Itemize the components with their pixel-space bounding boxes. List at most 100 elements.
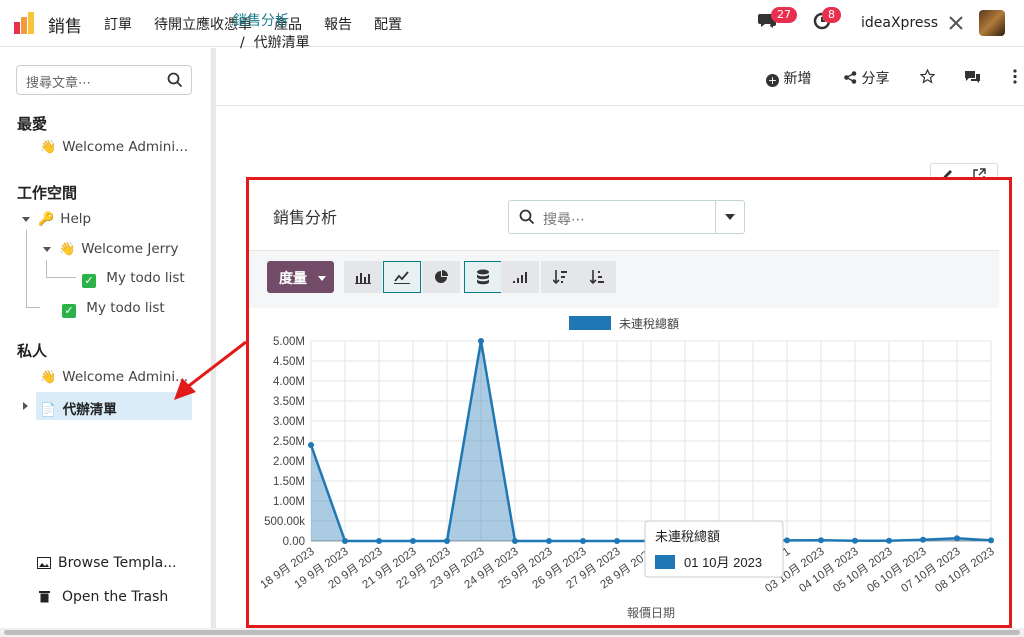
menu-orders[interactable]: 訂單 xyxy=(104,14,132,34)
new-button-label: 新增 xyxy=(783,71,812,87)
article-search-input[interactable]: 搜尋文章⋯ xyxy=(16,65,192,95)
activities-badge: 8 xyxy=(822,7,841,23)
y-tick-label: 4.50M xyxy=(273,356,305,368)
data-point xyxy=(852,537,858,544)
app-name[interactable]: 銷售 xyxy=(48,12,82,37)
legend-label: 未連稅總額 xyxy=(619,316,679,331)
tooltip-value: 01 10月 2023 xyxy=(684,555,762,570)
breadcrumb-current-label: 代辦清單 xyxy=(253,35,310,51)
star-icon[interactable] xyxy=(920,69,935,84)
messages-button[interactable]: 27 xyxy=(757,7,797,34)
measures-dropdown[interactable]: 度量 xyxy=(267,261,334,293)
app-logo-icon[interactable] xyxy=(14,12,38,34)
wave-icon: 👋 xyxy=(40,370,57,385)
share-button[interactable]: 分享 xyxy=(844,68,889,88)
x-tick-label: 08 10月 2023 xyxy=(933,546,996,595)
data-point xyxy=(784,537,790,544)
wave-icon: 👋 xyxy=(59,242,76,257)
checkbox-icon: ✓ xyxy=(62,304,76,318)
document-icon: 📄 xyxy=(40,403,57,418)
menu-reporting[interactable]: 報告 xyxy=(324,14,352,34)
chevron-down-icon[interactable] xyxy=(43,246,51,252)
bar-chart-icon xyxy=(355,273,371,284)
workspace-item-help[interactable]: 🔑 Help xyxy=(22,211,91,227)
cumulative-button[interactable] xyxy=(501,261,539,293)
more-vertical-icon[interactable] xyxy=(1013,69,1017,84)
trash-icon xyxy=(39,591,50,603)
search-icon[interactable] xyxy=(167,72,183,88)
scrollbar-thumb[interactable] xyxy=(4,630,1020,635)
browse-templates-link[interactable]: Browse Templa... xyxy=(58,555,177,571)
private-item-todo[interactable]: 📄 代辦清單 xyxy=(40,398,117,418)
workspace-item-welcome-jerry[interactable]: 👋 Welcome Jerry xyxy=(43,241,178,257)
tree-connector xyxy=(46,260,76,278)
data-point xyxy=(376,538,382,544)
measures-label: 度量 xyxy=(279,271,307,287)
y-tick-label: 1.50M xyxy=(273,476,305,488)
workspace-item-label: My todo list xyxy=(106,270,185,286)
pie-chart-button[interactable] xyxy=(422,261,460,293)
favorite-item-welcome-admin[interactable]: 👋 Welcome Admini... xyxy=(40,139,188,155)
tree-connector xyxy=(26,230,40,308)
data-point xyxy=(546,538,552,544)
stacked-button[interactable] xyxy=(464,261,502,293)
workspace-item-todo-nested[interactable]: ✓ My todo list xyxy=(82,270,185,288)
embedded-view-title: 銷售分析 xyxy=(273,208,338,227)
red-annotation-arrow xyxy=(174,340,247,400)
data-point xyxy=(478,338,484,344)
image-icon xyxy=(37,557,51,569)
data-point xyxy=(512,538,518,544)
breadcrumb-parent[interactable]: 銷售分析 xyxy=(233,10,289,30)
sort-descending-icon xyxy=(553,270,567,285)
tooltip-title: 未連稅總額 xyxy=(655,529,720,544)
chevron-down-icon[interactable] xyxy=(725,214,735,220)
workspace-item-label: Help xyxy=(60,211,92,227)
wave-icon: 👋 xyxy=(40,140,57,155)
y-tick-label: 4.00M xyxy=(273,376,305,388)
pie-chart-icon xyxy=(435,270,448,283)
horizontal-scrollbar[interactable] xyxy=(0,628,1024,637)
menu-configuration[interactable]: 配置 xyxy=(374,14,402,34)
activities-button[interactable]: 8 xyxy=(812,7,841,34)
header-divider xyxy=(216,105,1024,106)
workspace-item-label: My todo list xyxy=(86,300,165,316)
embedded-search-placeholder: 搜尋⋯ xyxy=(543,212,585,228)
legend-swatch xyxy=(569,316,611,330)
favorites-heading: 最愛 xyxy=(17,115,48,133)
open-trash-link[interactable]: Open the Trash xyxy=(62,589,168,605)
workspace-heading: 工作空間 xyxy=(17,184,78,202)
y-tick-label: 500.00k xyxy=(264,516,305,528)
company-switcher[interactable]: ideaXpress xyxy=(861,15,938,31)
data-point xyxy=(886,537,892,544)
search-icon xyxy=(519,209,535,225)
messages-badge: 27 xyxy=(771,7,797,23)
top-navbar: 銷售 訂單 待開立應收憑單 產品 報告 配置 27 8 ideaXpress xyxy=(0,0,1024,47)
user-avatar[interactable] xyxy=(979,10,1005,36)
key-icon: 🔑 xyxy=(38,212,55,227)
data-point xyxy=(308,442,314,448)
comments-icon[interactable] xyxy=(964,70,981,84)
line-chart-button[interactable] xyxy=(383,261,421,293)
data-point xyxy=(988,537,994,544)
sort-ascending-button[interactable] xyxy=(578,261,616,293)
chevron-down-icon[interactable] xyxy=(22,216,30,222)
new-button[interactable]: + 新增 xyxy=(766,68,811,88)
bar-chart-button[interactable] xyxy=(344,261,382,293)
search-placeholder: 搜尋文章⋯ xyxy=(26,76,92,91)
share-icon xyxy=(844,71,857,84)
workspace-item-todo[interactable]: ✓ My todo list xyxy=(62,300,165,318)
tools-icon[interactable] xyxy=(948,15,964,31)
breadcrumb-current: / 代辦清單 xyxy=(240,35,310,51)
y-tick-label: 1.00M xyxy=(273,496,305,508)
signal-icon xyxy=(513,272,527,283)
y-tick-label: 0.00 xyxy=(283,536,305,548)
data-point xyxy=(818,537,824,544)
chevron-right-icon[interactable] xyxy=(23,402,28,410)
data-point xyxy=(444,538,450,544)
share-button-label: 分享 xyxy=(861,71,890,87)
sort-descending-button[interactable] xyxy=(541,261,579,293)
data-point xyxy=(614,538,620,544)
data-point xyxy=(920,536,926,543)
sales-line-chart[interactable]: 0.00 500.00k 1.00M 1.50M 2.00M 2.50M 3.00M 3.50… xyxy=(249,308,1009,628)
embedded-search-input[interactable]: 搜尋⋯ xyxy=(508,200,745,234)
